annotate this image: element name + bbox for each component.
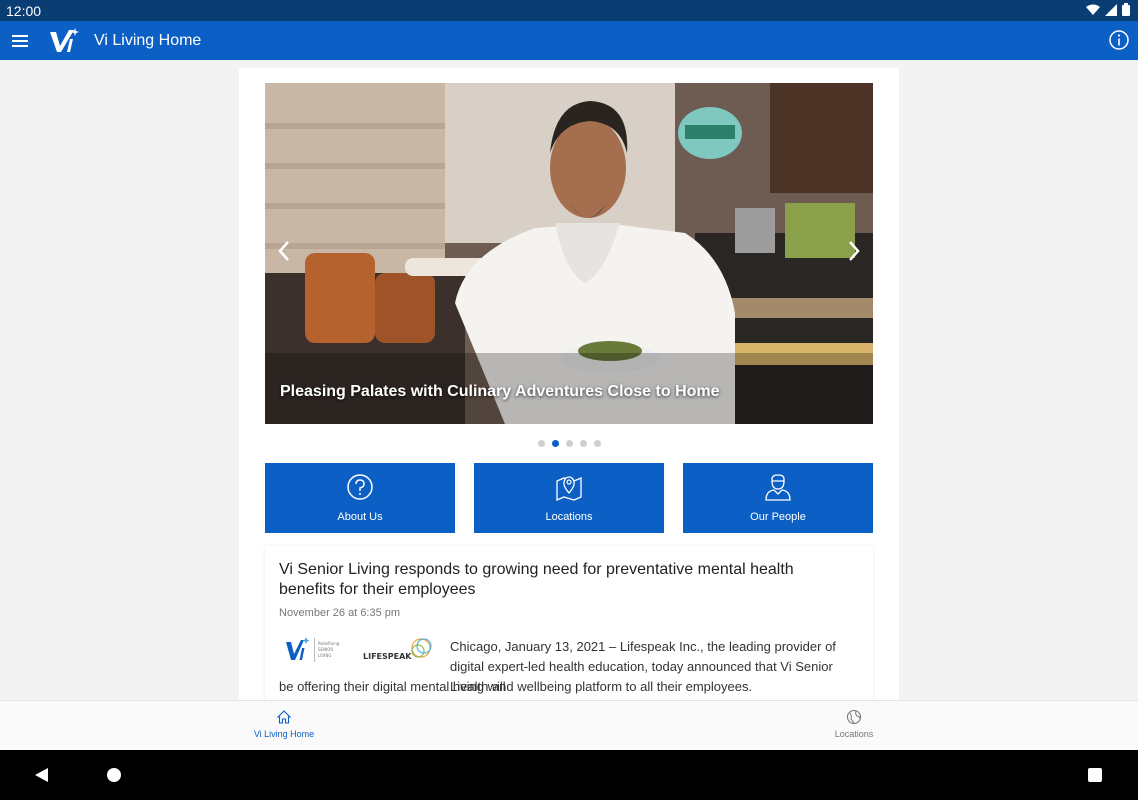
our-people-label: Our People <box>750 511 806 523</box>
nav-locations-label: Locations <box>834 729 874 739</box>
app-bar: Vi Living Home <box>0 21 1138 60</box>
app-title: Vi Living Home <box>94 32 202 49</box>
battery-icon <box>1122 3 1130 16</box>
svg-text:LIFESPEAK: LIFESPEAK <box>363 652 412 661</box>
bottom-navigation: Vi Living Home Locations <box>0 700 1138 750</box>
home-icon <box>276 710 292 724</box>
carousel-dot-1[interactable] <box>537 440 545 447</box>
menu-icon[interactable] <box>10 31 30 51</box>
system-navigation-bar <box>0 750 1138 800</box>
quick-links: About Us Locations Our People <box>265 463 873 533</box>
system-icons <box>1086 3 1130 16</box>
wifi-icon <box>1086 4 1100 15</box>
nav-home-label: Vi Living Home <box>253 729 315 739</box>
globe-icon <box>846 709 862 725</box>
nav-item-locations[interactable]: Locations <box>794 709 914 739</box>
chef-photo <box>265 83 873 424</box>
locations-label: Locations <box>545 511 593 523</box>
info-icon[interactable] <box>1108 29 1130 51</box>
carousel-caption: Pleasing Palates with Culinary Adventure… <box>280 383 720 400</box>
hero-carousel[interactable]: Pleasing Palates with Culinary Adventure… <box>265 83 873 424</box>
status-time: 12:00 <box>6 3 42 19</box>
partner-logos: Redefining SENIOR LIVING LIFESPEAK <box>286 637 432 662</box>
carousel-next-icon[interactable] <box>845 239 863 263</box>
locations-button[interactable]: Locations <box>474 463 664 533</box>
home-content: Pleasing Palates with Culinary Adventure… <box>239 68 899 702</box>
status-bar: 12:00 <box>0 0 1138 21</box>
svg-text:Redefining: Redefining <box>318 641 340 646</box>
map-pin-icon <box>556 476 582 501</box>
carousel-dot-5[interactable] <box>593 440 601 447</box>
carousel-dot-2[interactable] <box>551 440 559 447</box>
carousel-dot-4[interactable] <box>579 440 587 447</box>
person-icon <box>765 474 791 501</box>
about-us-button[interactable]: About Us <box>265 463 455 533</box>
about-us-label: About Us <box>337 511 383 523</box>
signal-icon <box>1105 3 1117 16</box>
news-article-card[interactable]: Vi Senior Living responds to growing nee… <box>265 546 873 702</box>
article-date: November 26 at 6:35 pm <box>279 607 401 619</box>
article-body-line-2: be offering their digital mental health … <box>279 679 753 694</box>
help-circle-icon <box>347 474 373 500</box>
our-people-button[interactable]: Our People <box>683 463 873 533</box>
svg-text:SENIOR: SENIOR <box>318 647 333 652</box>
back-icon[interactable] <box>34 767 50 783</box>
home-button-icon[interactable] <box>106 767 122 783</box>
nav-item-home[interactable]: Vi Living Home <box>224 709 344 739</box>
carousel-dot-3[interactable] <box>565 440 573 447</box>
carousel-indicators <box>239 440 899 447</box>
carousel-prev-icon[interactable] <box>275 239 293 263</box>
svg-text:LIVING: LIVING <box>318 653 331 658</box>
article-headline[interactable]: Vi Senior Living responds to growing nee… <box>279 560 839 600</box>
recents-icon[interactable] <box>1088 768 1102 782</box>
vi-logo <box>50 28 79 52</box>
